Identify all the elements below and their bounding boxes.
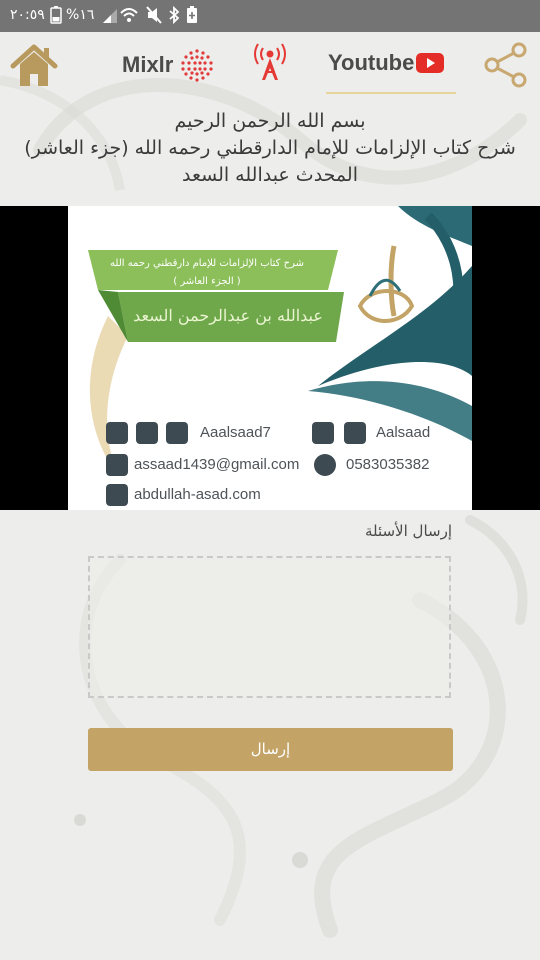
youtube-handle: Aalsaad [376,424,431,441]
youtube-button[interactable]: Youtube [326,46,456,94]
title-line-book: شرح كتاب الإلزامات للإمام الدارقطني رحمه… [24,137,516,159]
question-textarea[interactable] [88,556,451,698]
whatsapp-icon [314,454,336,476]
signal-icon [102,6,118,28]
home-button[interactable] [10,42,58,90]
saad-logo [350,236,420,336]
youtube-play-icon [416,53,444,73]
share-icon [484,42,527,88]
page-title: بسم الله الرحمن الرحيم شرح كتاب الإلزاما… [0,108,540,189]
banner-line-2: ( الجزء العاشر ) [173,276,241,287]
soundcloud-icon [344,422,366,444]
mixlr-logo-icon [181,49,213,82]
title-line-sheikh: المحدث عبدالله السعد [181,164,358,186]
wifi-icon [120,6,138,28]
send-button[interactable]: إرسال [88,728,453,771]
youtube-label: Youtube [328,50,415,75]
video-player[interactable]: شرح كتاب الإلزامات للإمام دارقطني رحمه ا… [0,206,540,510]
home-icon [10,44,58,86]
battery-icon [50,6,62,28]
mute-icon [146,6,162,28]
social-handle: Aaalsaad7 [200,424,271,441]
battery-saver-icon [186,6,198,28]
email-icon [106,454,128,476]
questions-label: إرسال الأسئلة [364,522,452,540]
status-time: ٢٠:٥٩ [10,7,45,23]
title-line-basmala: بسم الله الرحمن الرحيم [174,110,366,132]
battery-percent: %١٦ [66,7,95,23]
broadcast-tower-icon [254,43,286,80]
email-address: assaad1439@gmail.com [134,456,300,473]
twitter-icon [106,422,128,444]
website: abdullah-asad.com [134,486,261,503]
share-button[interactable] [482,40,532,90]
banner-name: عبدالله بن عبدالرحمن السعد [133,306,323,325]
live-broadcast-button[interactable] [248,40,292,84]
facebook-icon [166,422,188,444]
phone-number: 0583035382 [346,456,430,473]
banner-line-1: شرح كتاب الإلزامات للإمام دارقطني رحمه ا… [110,258,304,269]
globe-icon [106,484,128,506]
video-thumbnail: شرح كتاب الإلزامات للإمام دارقطني رحمه ا… [68,206,472,510]
mixlr-label: Mixlr [122,52,174,77]
bluetooth-icon [168,5,180,28]
mixlr-button[interactable]: Mixlr [120,46,216,86]
telegram-icon [136,422,158,444]
top-nav-bar: Mixlr Youtube [0,32,540,100]
youtube-small-icon [312,422,334,444]
active-tab-indicator [326,92,456,94]
status-bar: ٢٠:٥٩ %١٦ [0,0,540,32]
